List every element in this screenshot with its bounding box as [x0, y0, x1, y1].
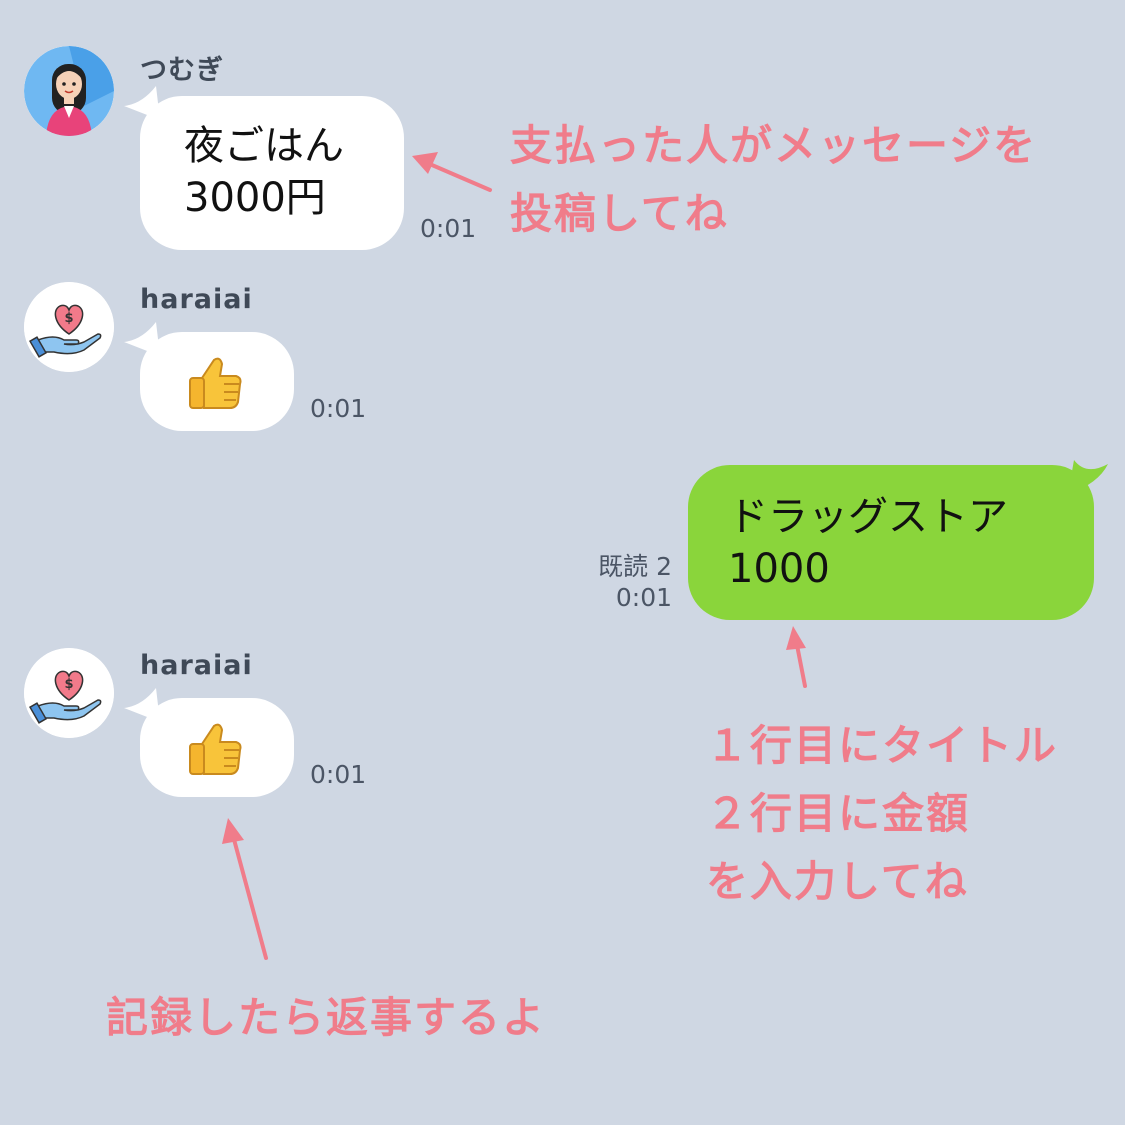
sender-name: haraiai	[140, 650, 253, 681]
thumbs-up-icon	[184, 716, 248, 780]
message-time: 0:01	[310, 394, 367, 423]
avatar-tsumugi[interactable]	[24, 46, 114, 136]
heart-hand-icon: $	[24, 648, 114, 738]
arrow-to-first-message	[423, 160, 492, 192]
user-avatar-icon	[24, 46, 114, 136]
bubble-tail	[1068, 460, 1108, 494]
sender-name: haraiai	[140, 284, 253, 315]
heart-hand-icon: $	[24, 282, 114, 372]
message-text: ドラッグストア 1000	[728, 494, 1008, 592]
arrow-to-own-message	[794, 638, 807, 688]
message-text: 夜ごはん 3000円	[184, 123, 344, 221]
message-bubble[interactable]	[140, 332, 294, 431]
arrow-head	[222, 818, 244, 844]
svg-text:$: $	[64, 677, 73, 692]
arrow-head	[786, 626, 806, 650]
message-time: 0:01	[615, 583, 672, 612]
read-receipt: 既読 2	[598, 552, 672, 581]
avatar-haraiai[interactable]: $	[24, 648, 114, 738]
sender-name: つむぎ	[140, 55, 224, 86]
svg-text:$: $	[64, 311, 73, 326]
message-bubble[interactable]: 夜ごはん 3000円	[140, 96, 404, 250]
annotation-reply-note: 記録したら返事するよ	[106, 993, 547, 1042]
message-time: 0:01	[310, 760, 367, 789]
annotation-input-format: １行目にタイトル ２行目に金額 を入力してね	[706, 721, 1059, 906]
avatar-haraiai[interactable]: $	[24, 282, 114, 372]
annotation-post-message: 支払った人がメッセージを 投稿してね	[510, 121, 1038, 238]
own-message-bubble[interactable]: ドラッグストア 1000	[688, 465, 1094, 620]
message-time: 0:01	[420, 214, 477, 243]
message-bubble[interactable]	[140, 698, 294, 797]
arrow-head	[412, 152, 438, 174]
arrow-to-reply	[230, 830, 268, 960]
thumbs-up-icon	[184, 350, 248, 414]
